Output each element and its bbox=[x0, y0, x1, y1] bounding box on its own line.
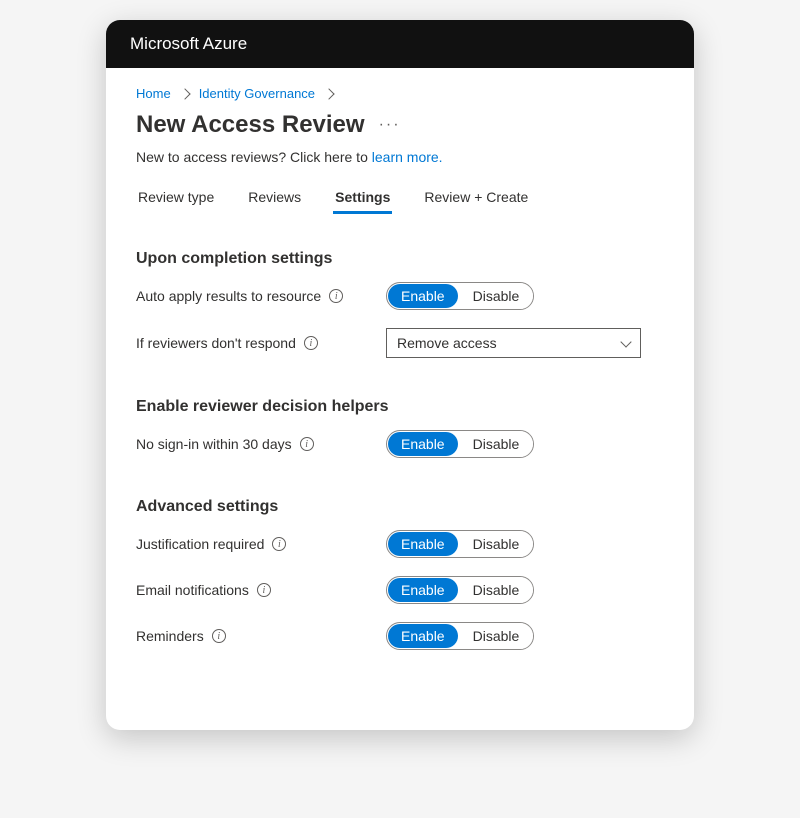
toggle-enable[interactable]: Enable bbox=[388, 578, 458, 602]
tab-review-type[interactable]: Review type bbox=[136, 183, 216, 214]
label-no-signin-text: No sign-in within 30 days bbox=[136, 436, 292, 452]
toggle-disable[interactable]: Disable bbox=[459, 283, 534, 309]
titlebar-text: Microsoft Azure bbox=[130, 34, 247, 53]
row-reminders: Reminders i Enable Disable bbox=[136, 622, 664, 650]
info-icon[interactable]: i bbox=[329, 289, 343, 303]
label-if-reviewers-text: If reviewers don't respond bbox=[136, 335, 296, 351]
row-if-reviewers: If reviewers don't respond i Remove acce… bbox=[136, 328, 664, 358]
label-reminders: Reminders i bbox=[136, 628, 386, 644]
label-reminders-text: Reminders bbox=[136, 628, 204, 644]
select-if-reviewers[interactable]: Remove access bbox=[386, 328, 641, 358]
info-icon[interactable]: i bbox=[304, 336, 318, 350]
content-area: Home Identity Governance New Access Revi… bbox=[106, 68, 694, 730]
section-completion: Upon completion settings Auto apply resu… bbox=[136, 250, 664, 358]
select-value: Remove access bbox=[397, 335, 497, 351]
toggle-disable[interactable]: Disable bbox=[459, 623, 534, 649]
row-no-signin: No sign-in within 30 days i Enable Disab… bbox=[136, 430, 664, 458]
toggle-enable[interactable]: Enable bbox=[388, 284, 458, 308]
intro-prefix: New to access reviews? Click here to bbox=[136, 149, 372, 165]
info-icon[interactable]: i bbox=[212, 629, 226, 643]
toggle-justification[interactable]: Enable Disable bbox=[386, 530, 534, 558]
intro-text: New to access reviews? Click here to lea… bbox=[136, 149, 664, 165]
label-auto-apply-text: Auto apply results to resource bbox=[136, 288, 321, 304]
section-advanced: Advanced settings Justification required… bbox=[136, 498, 664, 650]
row-justification: Justification required i Enable Disable bbox=[136, 530, 664, 558]
toggle-enable[interactable]: Enable bbox=[388, 432, 458, 456]
section-helpers: Enable reviewer decision helpers No sign… bbox=[136, 398, 664, 458]
info-icon[interactable]: i bbox=[257, 583, 271, 597]
section-header-helpers: Enable reviewer decision helpers bbox=[136, 398, 664, 416]
breadcrumb-identity[interactable]: Identity Governance bbox=[199, 86, 315, 101]
toggle-disable[interactable]: Disable bbox=[459, 531, 534, 557]
toggle-disable[interactable]: Disable bbox=[459, 577, 534, 603]
info-icon[interactable]: i bbox=[272, 537, 286, 551]
chevron-down-icon bbox=[620, 336, 631, 347]
toggle-email[interactable]: Enable Disable bbox=[386, 576, 534, 604]
learn-more-link[interactable]: learn more. bbox=[372, 149, 443, 165]
tab-settings[interactable]: Settings bbox=[333, 183, 392, 214]
label-justification: Justification required i bbox=[136, 536, 386, 552]
tabs: Review type Reviews Settings Review + Cr… bbox=[136, 183, 664, 214]
section-header-completion: Upon completion settings bbox=[136, 250, 664, 268]
page-title-row: New Access Review ··· bbox=[136, 111, 664, 139]
toggle-auto-apply[interactable]: Enable Disable bbox=[386, 282, 534, 310]
page-title: New Access Review bbox=[136, 111, 365, 139]
chevron-right-icon bbox=[323, 88, 334, 99]
info-icon[interactable]: i bbox=[300, 437, 314, 451]
app-window: Microsoft Azure Home Identity Governance… bbox=[106, 20, 694, 730]
tab-reviews[interactable]: Reviews bbox=[246, 183, 303, 214]
titlebar: Microsoft Azure bbox=[106, 20, 694, 68]
toggle-enable[interactable]: Enable bbox=[388, 532, 458, 556]
row-auto-apply: Auto apply results to resource i Enable … bbox=[136, 282, 664, 310]
breadcrumb-home[interactable]: Home bbox=[136, 86, 171, 101]
toggle-no-signin[interactable]: Enable Disable bbox=[386, 430, 534, 458]
label-auto-apply: Auto apply results to resource i bbox=[136, 288, 386, 304]
label-email-text: Email notifications bbox=[136, 582, 249, 598]
toggle-enable[interactable]: Enable bbox=[388, 624, 458, 648]
more-icon[interactable]: ··· bbox=[379, 116, 401, 134]
breadcrumb: Home Identity Governance bbox=[136, 86, 664, 101]
toggle-disable[interactable]: Disable bbox=[459, 431, 534, 457]
chevron-right-icon bbox=[179, 88, 190, 99]
tab-review-create[interactable]: Review + Create bbox=[422, 183, 530, 214]
label-no-signin: No sign-in within 30 days i bbox=[136, 436, 386, 452]
label-if-reviewers: If reviewers don't respond i bbox=[136, 335, 386, 351]
label-email: Email notifications i bbox=[136, 582, 386, 598]
row-email: Email notifications i Enable Disable bbox=[136, 576, 664, 604]
toggle-reminders[interactable]: Enable Disable bbox=[386, 622, 534, 650]
label-justification-text: Justification required bbox=[136, 536, 264, 552]
section-header-advanced: Advanced settings bbox=[136, 498, 664, 516]
